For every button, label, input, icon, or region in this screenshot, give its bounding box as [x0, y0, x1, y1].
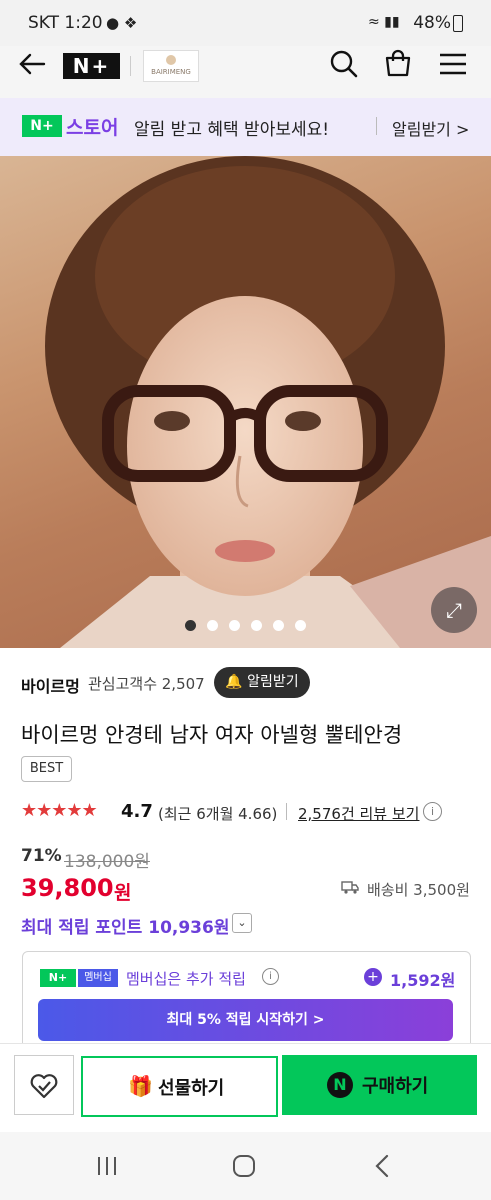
- membership-start-button[interactable]: 최대 5% 적립 시작하기 >: [38, 999, 453, 1041]
- status-time: SKT 1:20: [28, 13, 103, 33]
- bell-icon: 🔔: [225, 674, 243, 690]
- brand-logo-emblem: [166, 55, 176, 65]
- notification-icons: ● ❖: [106, 14, 138, 32]
- sale-price: 39,800: [21, 874, 114, 902]
- system-nav-bar: [0, 1132, 491, 1200]
- brand-logo-text: BAIRIMENG: [151, 68, 191, 76]
- membership-amount: 1,592원: [390, 971, 456, 990]
- plus-icon: +: [364, 968, 382, 986]
- pagination-dot[interactable]: [229, 620, 240, 631]
- product-image[interactable]: [0, 156, 491, 648]
- seller-alert-button[interactable]: 🔔 알림받기: [214, 667, 310, 698]
- battery-level: 48%: [413, 13, 451, 33]
- rating-divider: [286, 803, 287, 820]
- store-alert-banner[interactable]: N+ 스토어 알림 받고 혜택 받아보세요! 알림받기 >: [0, 98, 491, 156]
- search-icon[interactable]: [329, 49, 359, 79]
- buy-label: 구매하기: [362, 1076, 429, 1097]
- nplus-badge: N+: [22, 115, 62, 137]
- gift-icon: 🎁: [128, 1074, 153, 1098]
- signal-icon: ≈ ▮▮: [368, 14, 400, 30]
- banner-message: 알림 받고 혜택 받아보세요!: [134, 120, 330, 140]
- status-bar: SKT 1:20 ● ❖ ≈ ▮▮ 48%: [0, 0, 491, 46]
- pagination-dot[interactable]: [295, 620, 306, 631]
- banner-divider: [376, 117, 377, 135]
- gift-button[interactable]: 🎁 선물하기: [81, 1056, 278, 1117]
- banner-alert-link[interactable]: 알림받기 >: [392, 116, 469, 140]
- buy-button[interactable]: N 구매하기: [282, 1055, 477, 1115]
- pagination-dot[interactable]: [185, 620, 196, 631]
- back-icon[interactable]: [372, 1154, 392, 1178]
- max-points: 최대 적립 포인트 10,936원: [21, 918, 230, 938]
- rating-recent: (최근 6개월 4.66): [158, 805, 278, 823]
- shipping-fee: 배송비 3,500원: [367, 881, 470, 899]
- seller-name[interactable]: 바이르멍: [21, 673, 80, 697]
- membership-badge: 멤버십: [78, 969, 118, 987]
- menu-icon[interactable]: [438, 51, 468, 77]
- gift-label: 선물하기: [158, 1078, 225, 1099]
- membership-nplus-badge: N+: [40, 969, 76, 987]
- header-divider: [130, 56, 131, 76]
- shopping-bag-icon[interactable]: [383, 48, 413, 78]
- discount-rate: 71%: [21, 846, 62, 866]
- expand-image-icon[interactable]: ⤢: [431, 587, 477, 633]
- info-icon[interactable]: i: [423, 802, 442, 821]
- recent-apps-icon[interactable]: [95, 1154, 119, 1178]
- wishlist-button[interactable]: [14, 1055, 74, 1115]
- chevron-down-icon[interactable]: ⌄: [232, 913, 252, 933]
- pagination-dot[interactable]: [273, 620, 284, 631]
- brand-logo[interactable]: BAIRIMENG: [143, 50, 199, 82]
- heart-check-icon: [30, 1074, 58, 1099]
- home-icon[interactable]: [232, 1154, 256, 1178]
- image-pagination[interactable]: [185, 616, 317, 635]
- pagination-dot[interactable]: [251, 620, 262, 631]
- membership-card: N+ 멤버십 멤버십은 추가 적립 i + 1,592원 최대 5% 적립 시작…: [22, 951, 471, 1053]
- original-price: 138,000원: [64, 852, 150, 872]
- pagination-dot[interactable]: [207, 620, 218, 631]
- seller-followers: 관심고객수 2,507: [88, 675, 205, 693]
- nplus-logo[interactable]: N+: [63, 53, 120, 79]
- price-unit: 원: [114, 882, 132, 904]
- best-badge: BEST: [21, 756, 72, 782]
- membership-info-icon[interactable]: i: [262, 968, 279, 985]
- membership-text: 멤버십은 추가 적립: [126, 970, 246, 988]
- product-photo-illustration: [45, 156, 491, 648]
- product-title: 바이르멍 안경테 남자 여자 아넬형 뿔테안경: [21, 723, 403, 747]
- store-label: 스토어: [66, 117, 119, 139]
- rating-value: 4.7: [121, 801, 153, 822]
- battery-icon: [453, 15, 463, 32]
- seller-alert-label: 알림받기: [247, 674, 299, 690]
- rating-stars: ★★★★★: [21, 800, 98, 821]
- back-arrow-icon[interactable]: [18, 52, 46, 76]
- truck-icon: [341, 881, 359, 894]
- naver-pay-icon: N: [327, 1072, 353, 1098]
- review-link[interactable]: 2,576건 리뷰 보기: [298, 803, 419, 824]
